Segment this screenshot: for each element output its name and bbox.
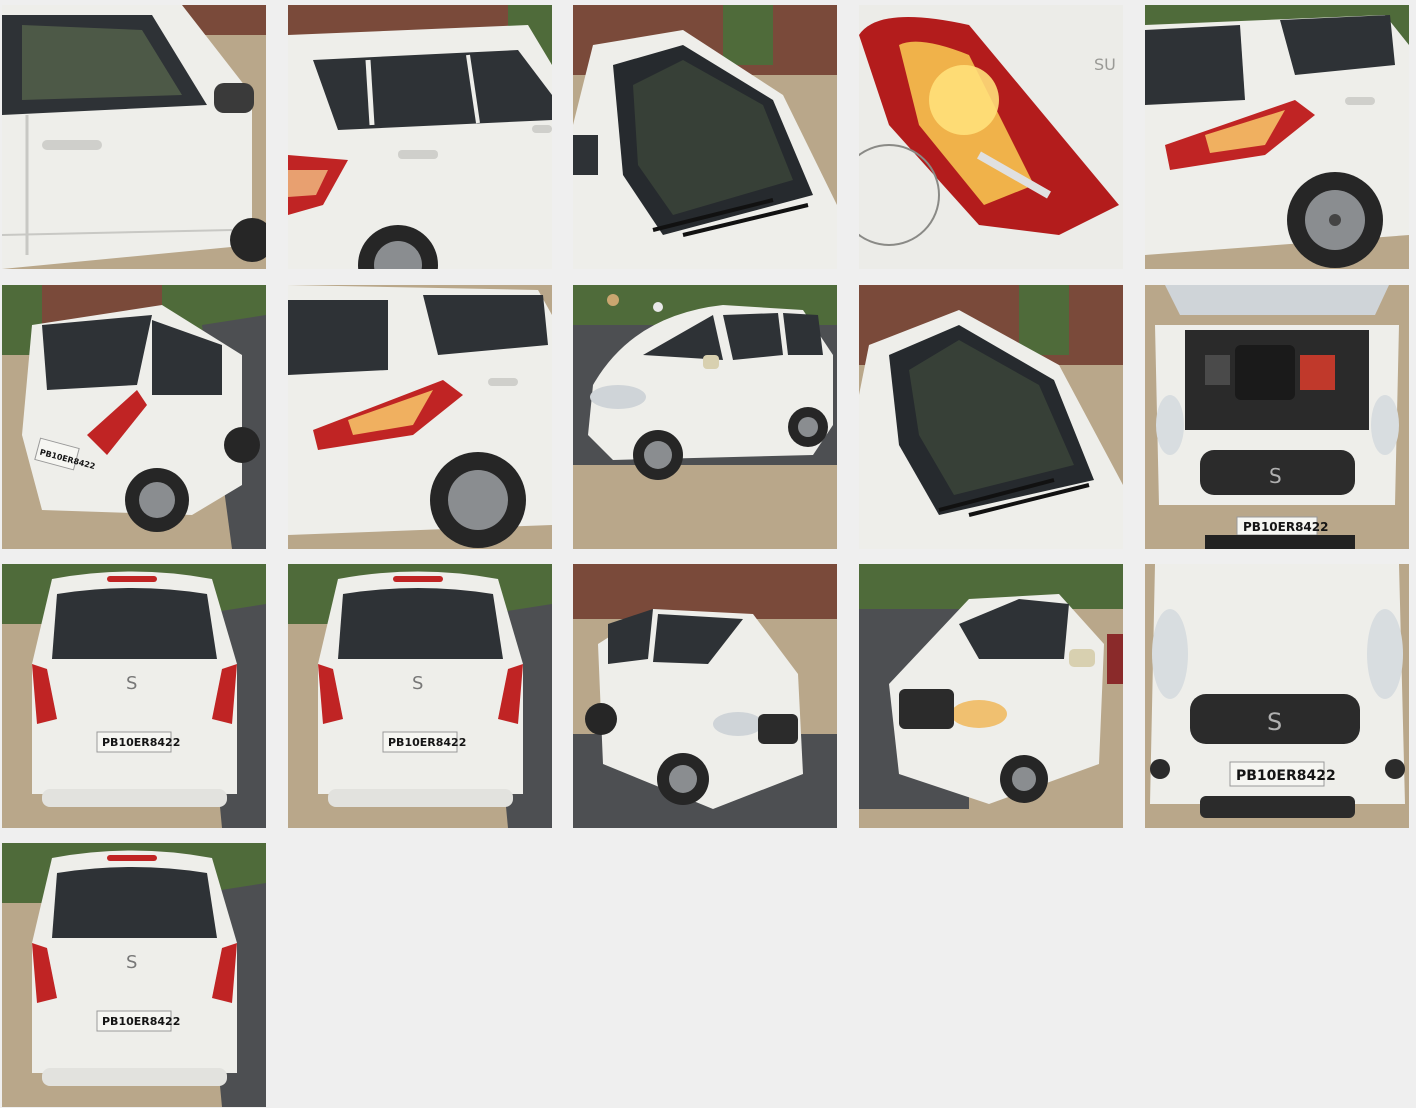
- photo-thumbnail-windshield[interactable]: [573, 5, 837, 269]
- photo-rear-quarter-view: [1145, 5, 1409, 269]
- photo-front-three-quarter-view-2: [859, 564, 1123, 828]
- photo-rear-view-3: S PB10ER8422: [2, 843, 266, 1107]
- photo-rear-view: S PB10ER8422: [2, 564, 266, 828]
- photo-thumbnail-rear-three-quarter[interactable]: PB10ER8422: [2, 285, 266, 549]
- svg-text:S: S: [126, 952, 137, 973]
- photo-thumbnail-rear-view-3[interactable]: S PB10ER8422: [2, 843, 266, 1107]
- license-plate-text: PB10ER8422: [1236, 768, 1336, 784]
- photo-side-door-closeup: [2, 5, 266, 269]
- photo-rear-view-2: S PB10ER8422: [288, 564, 552, 828]
- svg-text:S: S: [1269, 464, 1282, 488]
- license-plate-text: PB10ER8422: [388, 736, 466, 749]
- photo-thumbnail-rear-door[interactable]: [288, 5, 552, 269]
- photo-front-grille-view: S PB10ER8422: [1145, 564, 1409, 828]
- photo-gallery: SU PB10ER8422 S PB10ER8422 S PB10ER8422 …: [0, 0, 1416, 1108]
- photo-front-three-quarter-street-view: [573, 285, 837, 549]
- photo-windshield-closeup-2: [859, 285, 1123, 549]
- photo-thumbnail-engine-bay[interactable]: S PB10ER8422: [1145, 285, 1409, 549]
- photo-rear-three-quarter-view: PB10ER8422: [2, 285, 266, 549]
- photo-thumbnail-rear-view-2[interactable]: S PB10ER8422: [288, 564, 552, 828]
- license-plate-text: PB10ER8422: [102, 1015, 180, 1028]
- svg-text:S: S: [126, 673, 137, 694]
- photo-thumbnail-windshield-2[interactable]: [859, 285, 1123, 549]
- license-plate-text: PB10ER8422: [1243, 520, 1328, 534]
- photo-thumbnail-tail-light[interactable]: SU: [859, 5, 1123, 269]
- photo-thumbnail-front-three-quarter[interactable]: [573, 564, 837, 828]
- photo-thumbnail-rear-quarter-2[interactable]: [288, 285, 552, 549]
- photo-thumbnail-front-grille[interactable]: S PB10ER8422: [1145, 564, 1409, 828]
- license-plate-text: PB10ER8422: [102, 736, 180, 749]
- photo-thumbnail-rear-quarter[interactable]: [1145, 5, 1409, 269]
- svg-text:SU: SU: [1094, 55, 1116, 74]
- photo-tail-light-closeup: SU: [859, 5, 1123, 269]
- photo-rear-door-side-view: [288, 5, 552, 269]
- svg-text:S: S: [412, 673, 423, 694]
- photo-thumbnail-side-door[interactable]: [2, 5, 266, 269]
- photo-rear-quarter-view-2: [288, 285, 552, 549]
- photo-thumbnail-front-three-quarter-2[interactable]: [859, 564, 1123, 828]
- photo-windshield-closeup: [573, 5, 837, 269]
- photo-thumbnail-rear-view[interactable]: S PB10ER8422: [2, 564, 266, 828]
- svg-text:S: S: [1267, 708, 1282, 736]
- photo-engine-bay-open-hood: S PB10ER8422: [1145, 285, 1409, 549]
- photo-front-three-quarter-view: [573, 564, 837, 828]
- photo-thumbnail-front-street[interactable]: [573, 285, 837, 549]
